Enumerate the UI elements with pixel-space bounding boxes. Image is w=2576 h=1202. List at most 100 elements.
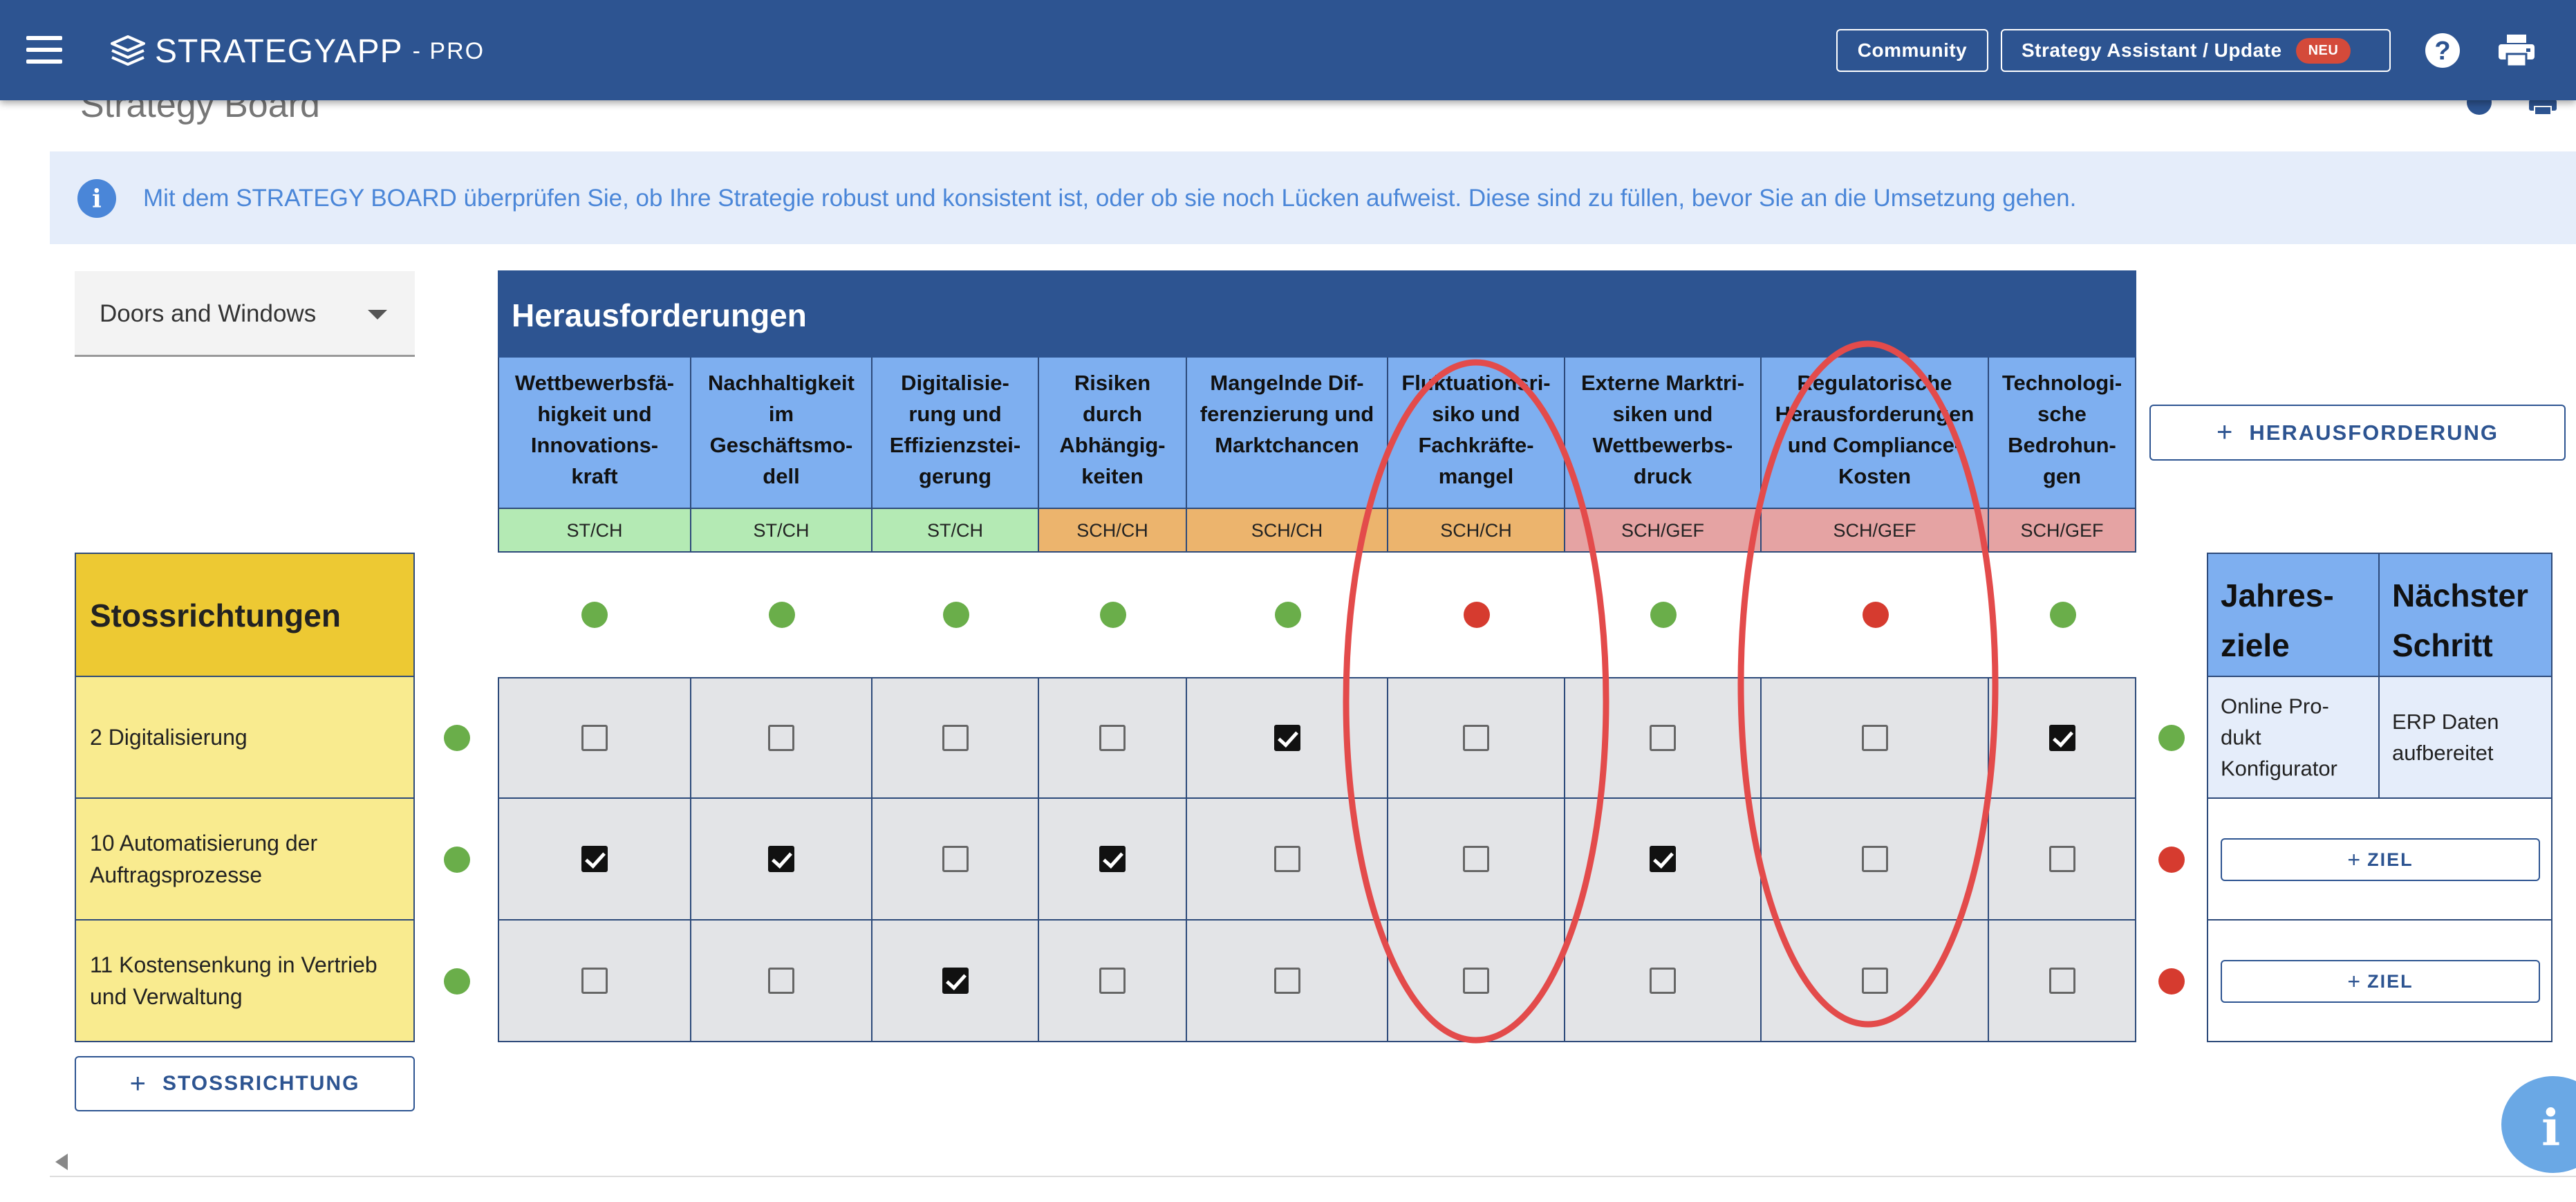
challenges-title: Herausforderungen bbox=[512, 297, 807, 333]
checkbox-checked[interactable] bbox=[1099, 846, 1126, 872]
matrix-cell bbox=[1989, 799, 2136, 921]
annual-goal-text: Online Pro- dukt Konfigurator bbox=[2221, 694, 2337, 781]
challenge-status-dot bbox=[769, 602, 795, 628]
checkbox-unchecked[interactable] bbox=[2048, 968, 2075, 994]
brand-name: STRATEGYAPP bbox=[155, 33, 403, 70]
challenge-label: Wettbewerbsfä- higkeit und Innovations- … bbox=[514, 371, 675, 488]
strategy-select[interactable]: Doors and Windows bbox=[75, 271, 415, 357]
checkbox-unchecked[interactable] bbox=[1861, 968, 1888, 994]
thrust-status-dot bbox=[444, 847, 470, 873]
challenge-column-header[interactable]: Externe Marktri- siken und Wettbewerbs- … bbox=[1565, 358, 1762, 508]
challenge-column-header[interactable]: Digitalisie- rung und Effizienzstei- ger… bbox=[872, 358, 1039, 508]
strategy-assistant-button[interactable]: Strategy Assistant / Update NEU bbox=[2001, 29, 2391, 72]
print-icon[interactable] bbox=[2497, 33, 2536, 68]
checkbox-unchecked[interactable] bbox=[1861, 725, 1888, 751]
challenge-status-dot bbox=[1274, 602, 1301, 628]
add-goal-button[interactable]: + ZIEL bbox=[2221, 838, 2540, 881]
next-step-title: Nächster Schritt bbox=[2392, 577, 2528, 663]
challenge-column-header[interactable]: Nachhaltigkeit im Geschäftsmo- dell bbox=[691, 358, 872, 508]
plus-icon: + bbox=[129, 1068, 147, 1099]
strategy-assistant-label: Strategy Assistant / Update bbox=[2022, 39, 2282, 61]
challenge-status-dot bbox=[581, 602, 608, 628]
info-banner: i Mit dem STRATEGY BOARD überprüfen Sie,… bbox=[50, 151, 2576, 244]
add-goal-label: ZIEL bbox=[2367, 849, 2414, 870]
matrix-cell bbox=[1187, 921, 1388, 1042]
brand-edition: - PRO bbox=[412, 37, 485, 64]
scroll-left-icon[interactable] bbox=[55, 1154, 68, 1170]
matrix-cell bbox=[498, 677, 691, 799]
checkbox-unchecked[interactable] bbox=[2048, 846, 2075, 872]
challenge-category-tag: ST/CH bbox=[691, 508, 872, 553]
challenge-category-tag: SCH/CH bbox=[1039, 508, 1187, 553]
matrix-cell bbox=[1039, 799, 1187, 921]
help-icon[interactable]: ? bbox=[2425, 33, 2460, 68]
goal-status-dot bbox=[2158, 847, 2185, 873]
thrust-row-label[interactable]: 11 Kostensenkung in Vertrieb und Verwalt… bbox=[75, 921, 415, 1042]
annual-goal-cell[interactable]: Online Pro- dukt Konfigurator bbox=[2207, 677, 2380, 799]
checkbox-checked[interactable] bbox=[942, 968, 969, 994]
thrust-row-label[interactable]: 10 Automatisierung der Auftragsprozesse bbox=[75, 799, 415, 921]
challenge-label: Digitalisie- rung und Effizienzstei- ger… bbox=[889, 371, 1021, 488]
matrix-cell bbox=[498, 921, 691, 1042]
challenge-status-dot bbox=[942, 602, 969, 628]
challenge-column-header[interactable]: Technologi- sche Bedrohun- gen bbox=[1989, 358, 2136, 508]
challenge-column-header[interactable]: Wettbewerbsfä- higkeit und Innovations- … bbox=[498, 358, 691, 508]
app-logo[interactable]: STRATEGYAPP - PRO bbox=[111, 32, 485, 71]
checkbox-unchecked[interactable] bbox=[768, 725, 794, 751]
add-thrust-button[interactable]: + STOSSRICHTUNG bbox=[75, 1056, 415, 1111]
checkbox-checked[interactable] bbox=[768, 846, 794, 872]
next-step-header: Nächster Schritt bbox=[2378, 553, 2552, 677]
matrix-cell bbox=[1565, 799, 1762, 921]
checkbox-unchecked[interactable] bbox=[1463, 846, 1489, 872]
goal-status-dot bbox=[2158, 725, 2185, 751]
challenge-column-header[interactable]: Regulatorische Herausforderungen und Com… bbox=[1762, 358, 1989, 508]
matrix-cell bbox=[691, 677, 872, 799]
add-goal-button[interactable]: + ZIEL bbox=[2221, 960, 2540, 1003]
add-goal-label: ZIEL bbox=[2367, 970, 2414, 992]
checkbox-unchecked[interactable] bbox=[1273, 846, 1300, 872]
checkbox-unchecked[interactable] bbox=[1273, 968, 1300, 994]
checkbox-unchecked[interactable] bbox=[1099, 968, 1126, 994]
checkbox-unchecked[interactable] bbox=[768, 968, 794, 994]
add-thrust-label: STOSSRICHTUNG bbox=[162, 1072, 360, 1095]
checkbox-unchecked[interactable] bbox=[581, 725, 608, 751]
checkbox-checked[interactable] bbox=[1650, 846, 1676, 872]
checkbox-checked[interactable] bbox=[1273, 725, 1300, 751]
checkbox-unchecked[interactable] bbox=[1463, 725, 1489, 751]
checkbox-unchecked[interactable] bbox=[1650, 968, 1676, 994]
next-step-cell[interactable]: ERP Daten aufbereitet bbox=[2380, 677, 2552, 799]
challenge-label: Risiken durch Abhängig- keiten bbox=[1059, 371, 1166, 488]
challenge-column-header[interactable]: Risiken durch Abhängig- keiten bbox=[1039, 358, 1187, 508]
checkbox-unchecked[interactable] bbox=[1463, 968, 1489, 994]
info-fab-button[interactable]: i bbox=[2501, 1076, 2576, 1173]
challenge-label: Mangelnde Dif- ferenzierung und Marktcha… bbox=[1200, 371, 1374, 457]
challenge-status-dot bbox=[1862, 602, 1889, 628]
challenge-category-tag: SCH/CH bbox=[1388, 508, 1565, 553]
thrust-label-text: 2 Digitalisierung bbox=[90, 725, 248, 750]
checkbox-checked[interactable] bbox=[2048, 725, 2075, 751]
add-challenge-button[interactable]: + HERAUSFORDERUNG bbox=[2149, 405, 2566, 461]
checkbox-unchecked[interactable] bbox=[1099, 725, 1126, 751]
checkbox-checked[interactable] bbox=[581, 846, 608, 872]
plus-icon: + bbox=[2347, 847, 2362, 872]
community-button[interactable]: Community bbox=[1836, 29, 1988, 72]
checkbox-unchecked[interactable] bbox=[581, 968, 608, 994]
checkbox-unchecked[interactable] bbox=[1650, 725, 1676, 751]
challenge-column-header[interactable]: Fluktuationsri- siko und Fachkräfte- man… bbox=[1388, 358, 1565, 508]
challenge-status-dot bbox=[2049, 602, 2076, 628]
matrix-cell bbox=[1565, 677, 1762, 799]
add-challenge-label: HERAUSFORDERUNG bbox=[2249, 420, 2499, 445]
matrix-cell bbox=[1388, 677, 1565, 799]
horizontal-scrollbar[interactable] bbox=[50, 1176, 2576, 1177]
checkbox-unchecked[interactable] bbox=[942, 725, 969, 751]
challenge-status-dot bbox=[1464, 602, 1490, 628]
dropdown-caret-icon bbox=[368, 310, 387, 320]
challenge-status-dot bbox=[1650, 602, 1677, 628]
menu-icon[interactable] bbox=[26, 36, 62, 64]
challenge-label: Regulatorische Herausforderungen und Com… bbox=[1775, 371, 1975, 488]
challenge-category-tag: ST/CH bbox=[498, 508, 691, 553]
challenge-column-header[interactable]: Mangelnde Dif- ferenzierung und Marktcha… bbox=[1187, 358, 1388, 508]
checkbox-unchecked[interactable] bbox=[1861, 846, 1888, 872]
thrust-row-label[interactable]: 2 Digitalisierung bbox=[75, 677, 415, 799]
checkbox-unchecked[interactable] bbox=[942, 846, 969, 872]
